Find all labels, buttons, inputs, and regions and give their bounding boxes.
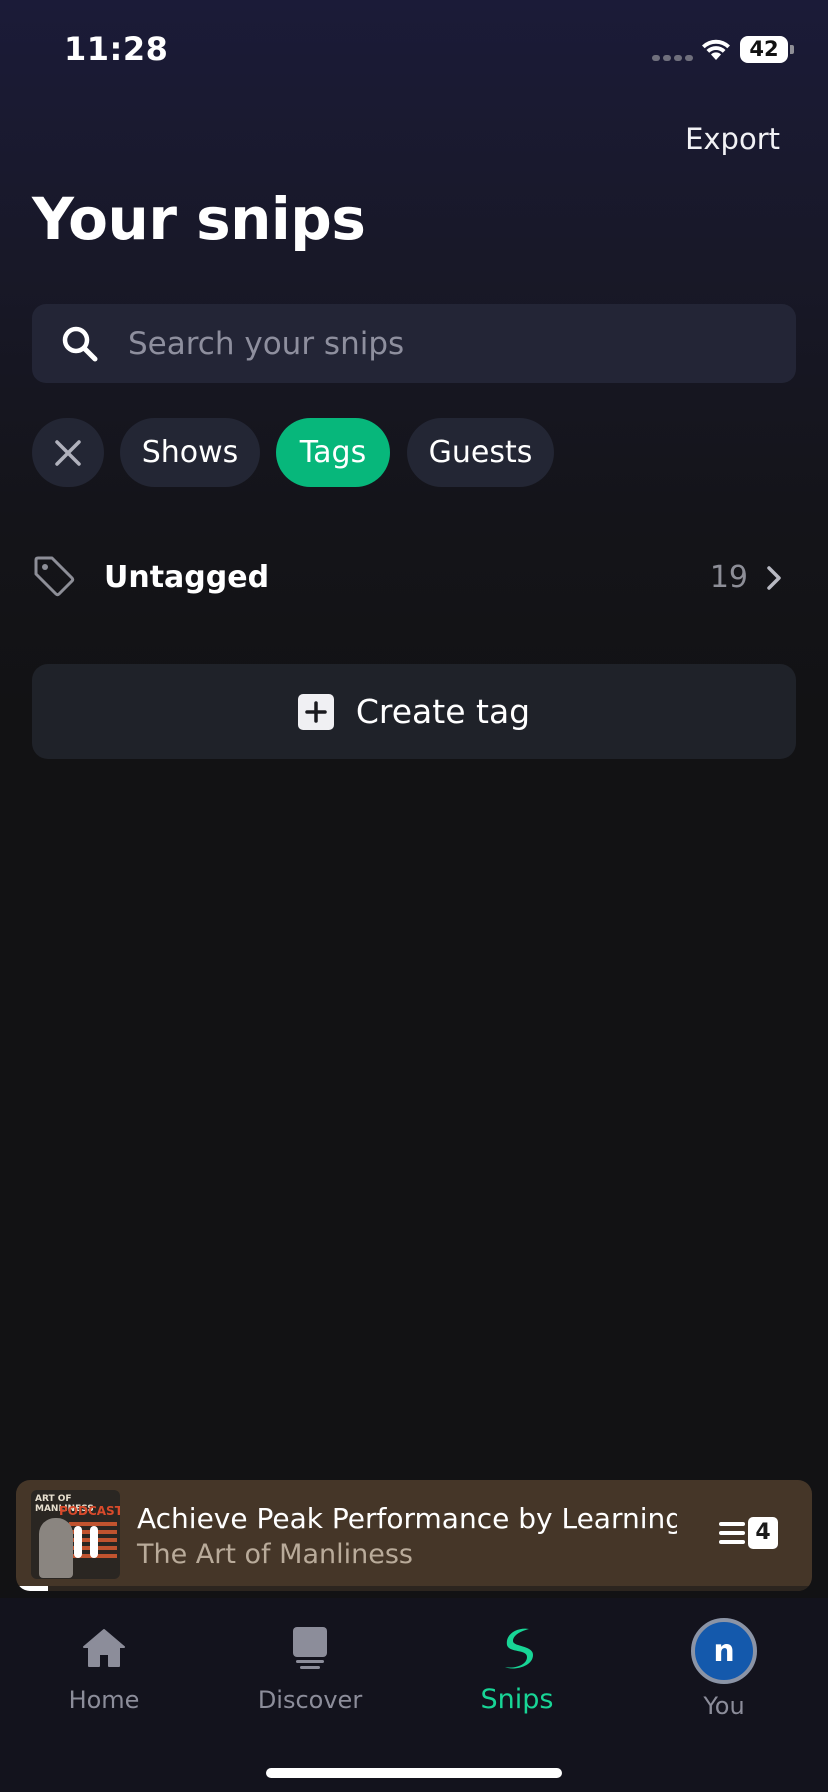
discover-icon: [280, 1618, 340, 1678]
create-tag-button[interactable]: Create tag: [32, 664, 796, 759]
tag-label: Untagged: [104, 560, 270, 595]
filter-chip-shows[interactable]: Shows: [120, 418, 260, 487]
queue-count: 4: [748, 1517, 778, 1549]
playback-progress: [16, 1586, 812, 1591]
playback-progress-fill: [16, 1586, 48, 1591]
tab-label-discover: Discover: [257, 1686, 363, 1714]
queue-list-icon: [719, 1522, 745, 1549]
tab-bar: Home Discover Snips n You: [0, 1598, 828, 1792]
filter-chip-tags[interactable]: Tags: [276, 418, 390, 487]
episode-title: Achieve Peak Performance by Learning: [137, 1502, 677, 1535]
tab-label-you: You: [703, 1692, 745, 1720]
snips-logo-icon: [487, 1618, 547, 1678]
battery-icon: 42: [740, 36, 794, 63]
plus-icon: [297, 693, 334, 730]
tag-row-untagged[interactable]: Untagged 19: [32, 546, 796, 610]
tab-you[interactable]: n You: [634, 1618, 814, 1728]
tab-label-snips: Snips: [480, 1684, 554, 1715]
artwork-subtitle: PODCAST: [59, 1504, 120, 1518]
cellular-signal-icon: [652, 55, 693, 61]
mini-player[interactable]: ART OF MANLINESS PODCAST Achieve Peak Pe…: [16, 1480, 812, 1591]
tab-label-home: Home: [68, 1686, 140, 1714]
show-name: The Art of Manliness: [137, 1539, 413, 1570]
status-bar: 11:28 42: [0, 0, 828, 100]
snips-screen: 11:28 42 Export Your snips Shows T: [0, 0, 828, 1792]
tab-discover[interactable]: Discover: [220, 1618, 400, 1728]
create-tag-label: Create tag: [355, 692, 531, 731]
clear-filter-button[interactable]: [32, 418, 104, 487]
status-time: 11:28: [64, 30, 169, 68]
export-button[interactable]: Export: [685, 122, 780, 156]
search-bar[interactable]: [32, 304, 796, 383]
tag-icon: [34, 556, 75, 597]
wifi-icon: [702, 39, 730, 60]
battery-level: 42: [749, 37, 779, 61]
tab-snips[interactable]: Snips: [427, 1618, 607, 1728]
pause-button[interactable]: [64, 1520, 108, 1564]
close-icon: [55, 439, 81, 466]
search-icon: [62, 326, 98, 362]
tag-count: 19: [709, 560, 748, 595]
home-indicator[interactable]: [266, 1768, 562, 1778]
tab-home[interactable]: Home: [14, 1618, 194, 1728]
chevron-right-icon: [767, 566, 781, 590]
filter-chip-guests[interactable]: Guests: [407, 418, 554, 487]
queue-button[interactable]: 4: [719, 1516, 781, 1552]
search-input[interactable]: [128, 304, 768, 383]
avatar: n: [691, 1618, 757, 1684]
house-icon: [74, 1618, 134, 1678]
page-title: Your snips: [32, 185, 366, 253]
